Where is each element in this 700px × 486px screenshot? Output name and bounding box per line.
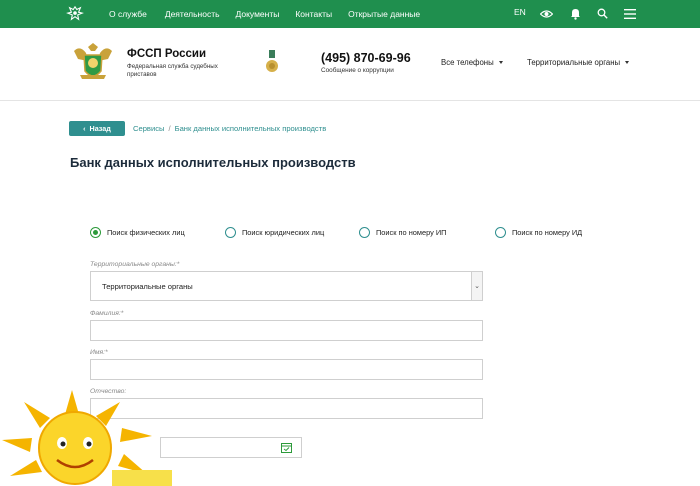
nav-activity[interactable]: Деятельность [165, 9, 220, 19]
radio-indicator[interactable] [495, 227, 506, 238]
back-button[interactable]: ‹ Назад [69, 121, 125, 136]
language-switch[interactable]: EN [514, 7, 526, 17]
all-phones-dropdown[interactable]: Все телефоны [441, 58, 503, 67]
back-button-label: Назад [89, 124, 111, 133]
radio-indicator[interactable] [359, 227, 370, 238]
breadcrumb: Сервисы / Банк данных исполнительных произ… [133, 124, 326, 133]
radio-id-number[interactable]: Поиск по номеру ИД [495, 227, 582, 238]
radio-selected-indicator[interactable] [90, 227, 101, 238]
nav-contacts[interactable]: Контакты [295, 9, 332, 19]
radio-label: Поиск по номеру ИД [512, 228, 583, 237]
chevron-left-icon: ‹ [83, 124, 86, 133]
calendar-icon[interactable] [281, 442, 292, 453]
territorial-field-label: Территориальные органы:* [90, 261, 180, 268]
eagle-emblem-icon[interactable] [66, 5, 84, 23]
search-type-radio-group: Поиск физических лиц Поиск юридических л… [0, 227, 700, 243]
name-input[interactable] [90, 359, 483, 380]
org-subtitle: Федеральная служба судебных приставов [127, 63, 218, 78]
territorial-select[interactable]: Территориальные органы ⌄ [90, 271, 483, 301]
breadcrumb-current[interactable]: Банк данных исполнительных производств [175, 124, 327, 133]
territorial-select-value: Территориальные органы [102, 282, 193, 291]
radio-individuals[interactable]: Поиск физических лиц [90, 227, 185, 238]
top-nav-menu: О службе Деятельность Документы Контакты… [109, 0, 436, 28]
site-header: ФССП России Федеральная служба судебных … [0, 28, 700, 101]
chevron-down-icon [498, 61, 503, 65]
search-icon[interactable] [597, 8, 608, 19]
surname-input[interactable] [90, 320, 483, 341]
surname-field-label: Фамилия:* [90, 310, 124, 317]
radio-legal-entities[interactable]: Поиск юридических лиц [225, 227, 324, 238]
chevron-down-icon[interactable]: ⌄ [471, 272, 482, 300]
name-field-label: Имя:* [90, 349, 108, 356]
birth-date-input[interactable] [160, 437, 302, 458]
menu-icon[interactable] [624, 9, 636, 19]
sun-cartoon-decoration [2, 390, 172, 486]
page-title: Банк данных исполнительных производств [70, 155, 356, 170]
eye-icon[interactable] [540, 9, 553, 19]
radio-ip-number[interactable]: Поиск по номеру ИП [359, 227, 446, 238]
bell-icon[interactable] [570, 7, 581, 20]
org-title[interactable]: ФССП России [127, 48, 206, 60]
all-phones-label: Все телефоны [441, 58, 494, 67]
hotline-phone[interactable]: (495) 870-69-96 [321, 51, 411, 65]
chevron-down-icon [625, 61, 630, 65]
medal-icon [266, 50, 278, 72]
hotline-phone-caption: Сообщение о коррупции [321, 67, 394, 74]
territorial-bodies-label: Территориальные органы [527, 58, 621, 67]
breadcrumb-services[interactable]: Сервисы [133, 124, 164, 133]
radio-label: Поиск физических лиц [107, 228, 185, 237]
breadcrumb-separator: / [168, 124, 171, 133]
top-navigation-bar: О службе Деятельность Документы Контакты… [0, 0, 700, 28]
fssp-logo-icon[interactable] [70, 41, 116, 85]
nav-documents[interactable]: Документы [236, 9, 280, 19]
nav-open-data[interactable]: Открытые данные [348, 9, 420, 19]
nav-about[interactable]: О службе [109, 9, 147, 19]
territorial-bodies-dropdown[interactable]: Территориальные органы [527, 58, 630, 67]
radio-label: Поиск по номеру ИП [376, 228, 447, 237]
radio-label: Поиск юридических лиц [242, 228, 325, 237]
radio-indicator[interactable] [225, 227, 236, 238]
